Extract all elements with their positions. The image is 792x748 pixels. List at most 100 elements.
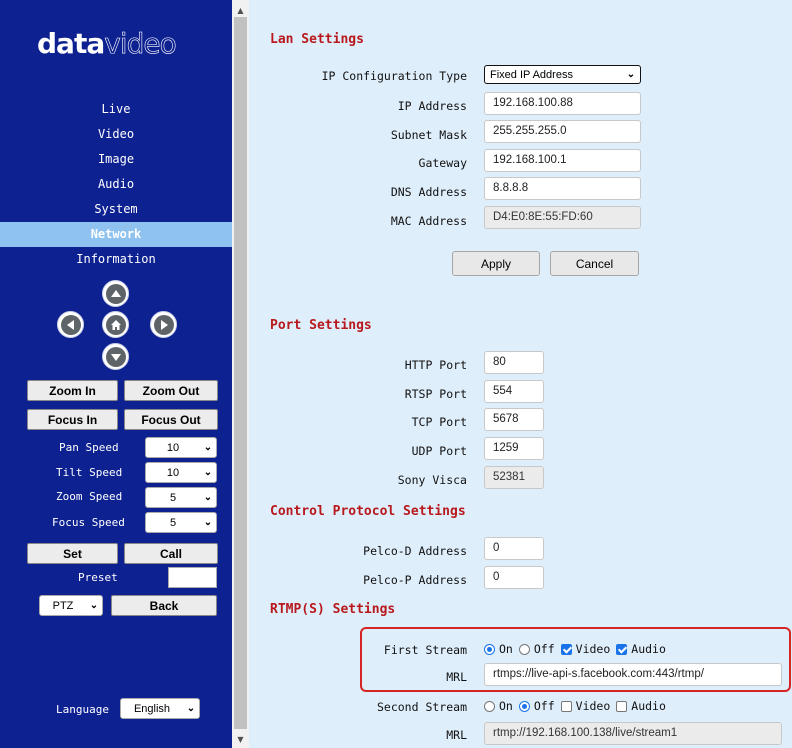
second-mrl-label: MRL: [446, 728, 467, 742]
dns-address-input[interactable]: 8.8.8.8: [484, 177, 641, 200]
chevron-down-icon: ⌄: [203, 517, 213, 528]
zoom-speed-select[interactable]: 5 ⌄: [145, 487, 217, 508]
ptz-left-button[interactable]: [55, 309, 86, 340]
preset-label: Preset: [78, 571, 118, 584]
rtmp-settings-title: RTMP(S) Settings: [270, 602, 396, 617]
second-mrl-field[interactable]: rtmp://192.168.100.138/live/stream1: [484, 722, 782, 745]
gateway-input[interactable]: 192.168.100.1: [484, 149, 641, 172]
radio-checked-icon: [484, 643, 495, 655]
focus-out-button[interactable]: Focus Out: [124, 409, 218, 430]
http-port-label: HTTP Port: [404, 358, 467, 372]
sidebar-nav: Live Video Image Audio System Network In…: [0, 97, 232, 272]
nav-item-video[interactable]: Video: [0, 122, 232, 147]
second-stream-video-checkbox[interactable]: Video: [560, 699, 610, 713]
first-stream-audio-checkbox[interactable]: Audio: [616, 642, 666, 656]
chevron-down-icon: ⌄: [203, 467, 213, 478]
ip-config-select[interactable]: Fixed IP Address ⌄: [484, 65, 641, 84]
checkbox-unchecked-icon: [616, 700, 628, 712]
ip-address-label: IP Address: [397, 99, 467, 113]
second-stream-label: Second Stream: [376, 700, 467, 714]
tilt-speed-select[interactable]: 10 ⌄: [145, 462, 217, 483]
udp-port-label: UDP Port: [411, 444, 467, 458]
first-mrl-input[interactable]: rtmps://live-api-s.facebook.com:443/rtmp…: [484, 663, 782, 686]
sony-visca-label: Sony Visca: [397, 473, 467, 487]
ip-config-label: IP Configuration Type: [321, 69, 467, 83]
tcp-port-label: TCP Port: [411, 415, 467, 429]
chevron-down-icon: ⌄: [626, 69, 636, 80]
port-settings-title: Port Settings: [270, 318, 372, 333]
pelco-p-input[interactable]: 0: [484, 566, 544, 589]
back-button[interactable]: Back: [111, 595, 217, 616]
zoom-in-button[interactable]: Zoom In: [27, 380, 118, 401]
second-stream-off-radio[interactable]: Off: [518, 699, 555, 713]
zoom-speed-label: Zoom Speed: [56, 490, 123, 503]
control-protocol-title: Control Protocol Settings: [270, 504, 466, 519]
apply-button[interactable]: Apply: [452, 251, 540, 276]
second-stream-audio-checkbox[interactable]: Audio: [616, 699, 666, 713]
checkbox-unchecked-icon: [560, 700, 572, 712]
chevron-down-icon: ⌄: [203, 442, 213, 453]
chevron-down-icon: ⌄: [186, 703, 196, 714]
down-arrow-icon: [105, 346, 126, 367]
ip-address-input[interactable]: 192.168.100.88: [484, 92, 641, 115]
rtsp-port-input[interactable]: 554: [484, 380, 544, 403]
left-arrow-icon: [60, 314, 81, 335]
radio-checked-icon: [518, 700, 530, 712]
pelco-d-label: Pelco-D Address: [363, 544, 467, 558]
lan-settings-title: Lan Settings: [270, 32, 364, 47]
language-label: Language: [56, 703, 109, 716]
pelco-p-label: Pelco-P Address: [363, 573, 467, 587]
scrollbar-thumb[interactable]: [234, 17, 247, 729]
second-stream-on-radio[interactable]: On: [484, 699, 513, 713]
mode-select[interactable]: PTZ ⌄: [39, 595, 103, 616]
pan-speed-select[interactable]: 10 ⌄: [145, 437, 217, 458]
pan-speed-label: Pan Speed: [59, 441, 119, 454]
subnet-mask-label: Subnet Mask: [390, 128, 467, 142]
mac-address-field: D4:E0:8E:55:FD:60: [484, 206, 641, 229]
set-button[interactable]: Set: [27, 543, 118, 564]
chevron-down-icon: ⌄: [89, 600, 99, 611]
tcp-port-input[interactable]: 5678: [484, 408, 544, 431]
nav-item-information[interactable]: Information: [0, 247, 232, 272]
http-port-input[interactable]: 80: [484, 351, 544, 374]
rtsp-port-label: RTSP Port: [404, 387, 467, 401]
tilt-speed-label: Tilt Speed: [56, 466, 123, 479]
up-arrow-icon: [105, 283, 126, 304]
focus-speed-select[interactable]: 5 ⌄: [145, 512, 217, 533]
nav-item-system[interactable]: System: [0, 197, 232, 222]
chevron-down-icon: ⌄: [203, 492, 213, 503]
gateway-label: Gateway: [418, 156, 467, 170]
ptz-home-button[interactable]: [100, 309, 131, 340]
second-stream-options: On Off Video Audio: [484, 699, 672, 713]
nav-item-image[interactable]: Image: [0, 147, 232, 172]
nav-item-live[interactable]: Live: [0, 97, 232, 122]
ptz-down-button[interactable]: [100, 341, 131, 372]
first-stream-off-radio[interactable]: Off: [518, 642, 555, 656]
udp-port-input[interactable]: 1259: [484, 437, 544, 460]
ptz-right-button[interactable]: [148, 309, 179, 340]
cancel-button[interactable]: Cancel: [550, 251, 639, 276]
first-stream-video-checkbox[interactable]: Video: [560, 642, 610, 656]
right-arrow-icon: [153, 314, 174, 335]
first-stream-on-radio[interactable]: On: [484, 642, 513, 656]
home-icon: [105, 314, 126, 335]
call-button[interactable]: Call: [124, 543, 218, 564]
subnet-mask-input[interactable]: 255.255.255.0: [484, 120, 641, 143]
pelco-d-input[interactable]: 0: [484, 537, 544, 560]
mac-address-label: MAC Address: [390, 214, 467, 228]
nav-item-network[interactable]: Network: [0, 222, 232, 247]
zoom-out-button[interactable]: Zoom Out: [124, 380, 218, 401]
checkbox-checked-icon: [560, 643, 572, 655]
sidebar: datavideo Live Video Image Audio System …: [0, 0, 232, 748]
first-stream-options: On Off Video Audio: [484, 642, 672, 656]
ptz-up-button[interactable]: [100, 278, 131, 309]
radio-unchecked-icon: [484, 700, 495, 712]
scroll-down-icon[interactable]: ▼: [232, 731, 249, 748]
preset-input[interactable]: [168, 567, 217, 588]
focus-speed-label: Focus Speed: [52, 516, 125, 529]
nav-item-audio[interactable]: Audio: [0, 172, 232, 197]
checkbox-checked-icon: [616, 643, 628, 655]
language-select[interactable]: English ⌄: [120, 698, 200, 719]
focus-in-button[interactable]: Focus In: [27, 409, 118, 430]
sony-visca-field: 52381: [484, 466, 544, 489]
